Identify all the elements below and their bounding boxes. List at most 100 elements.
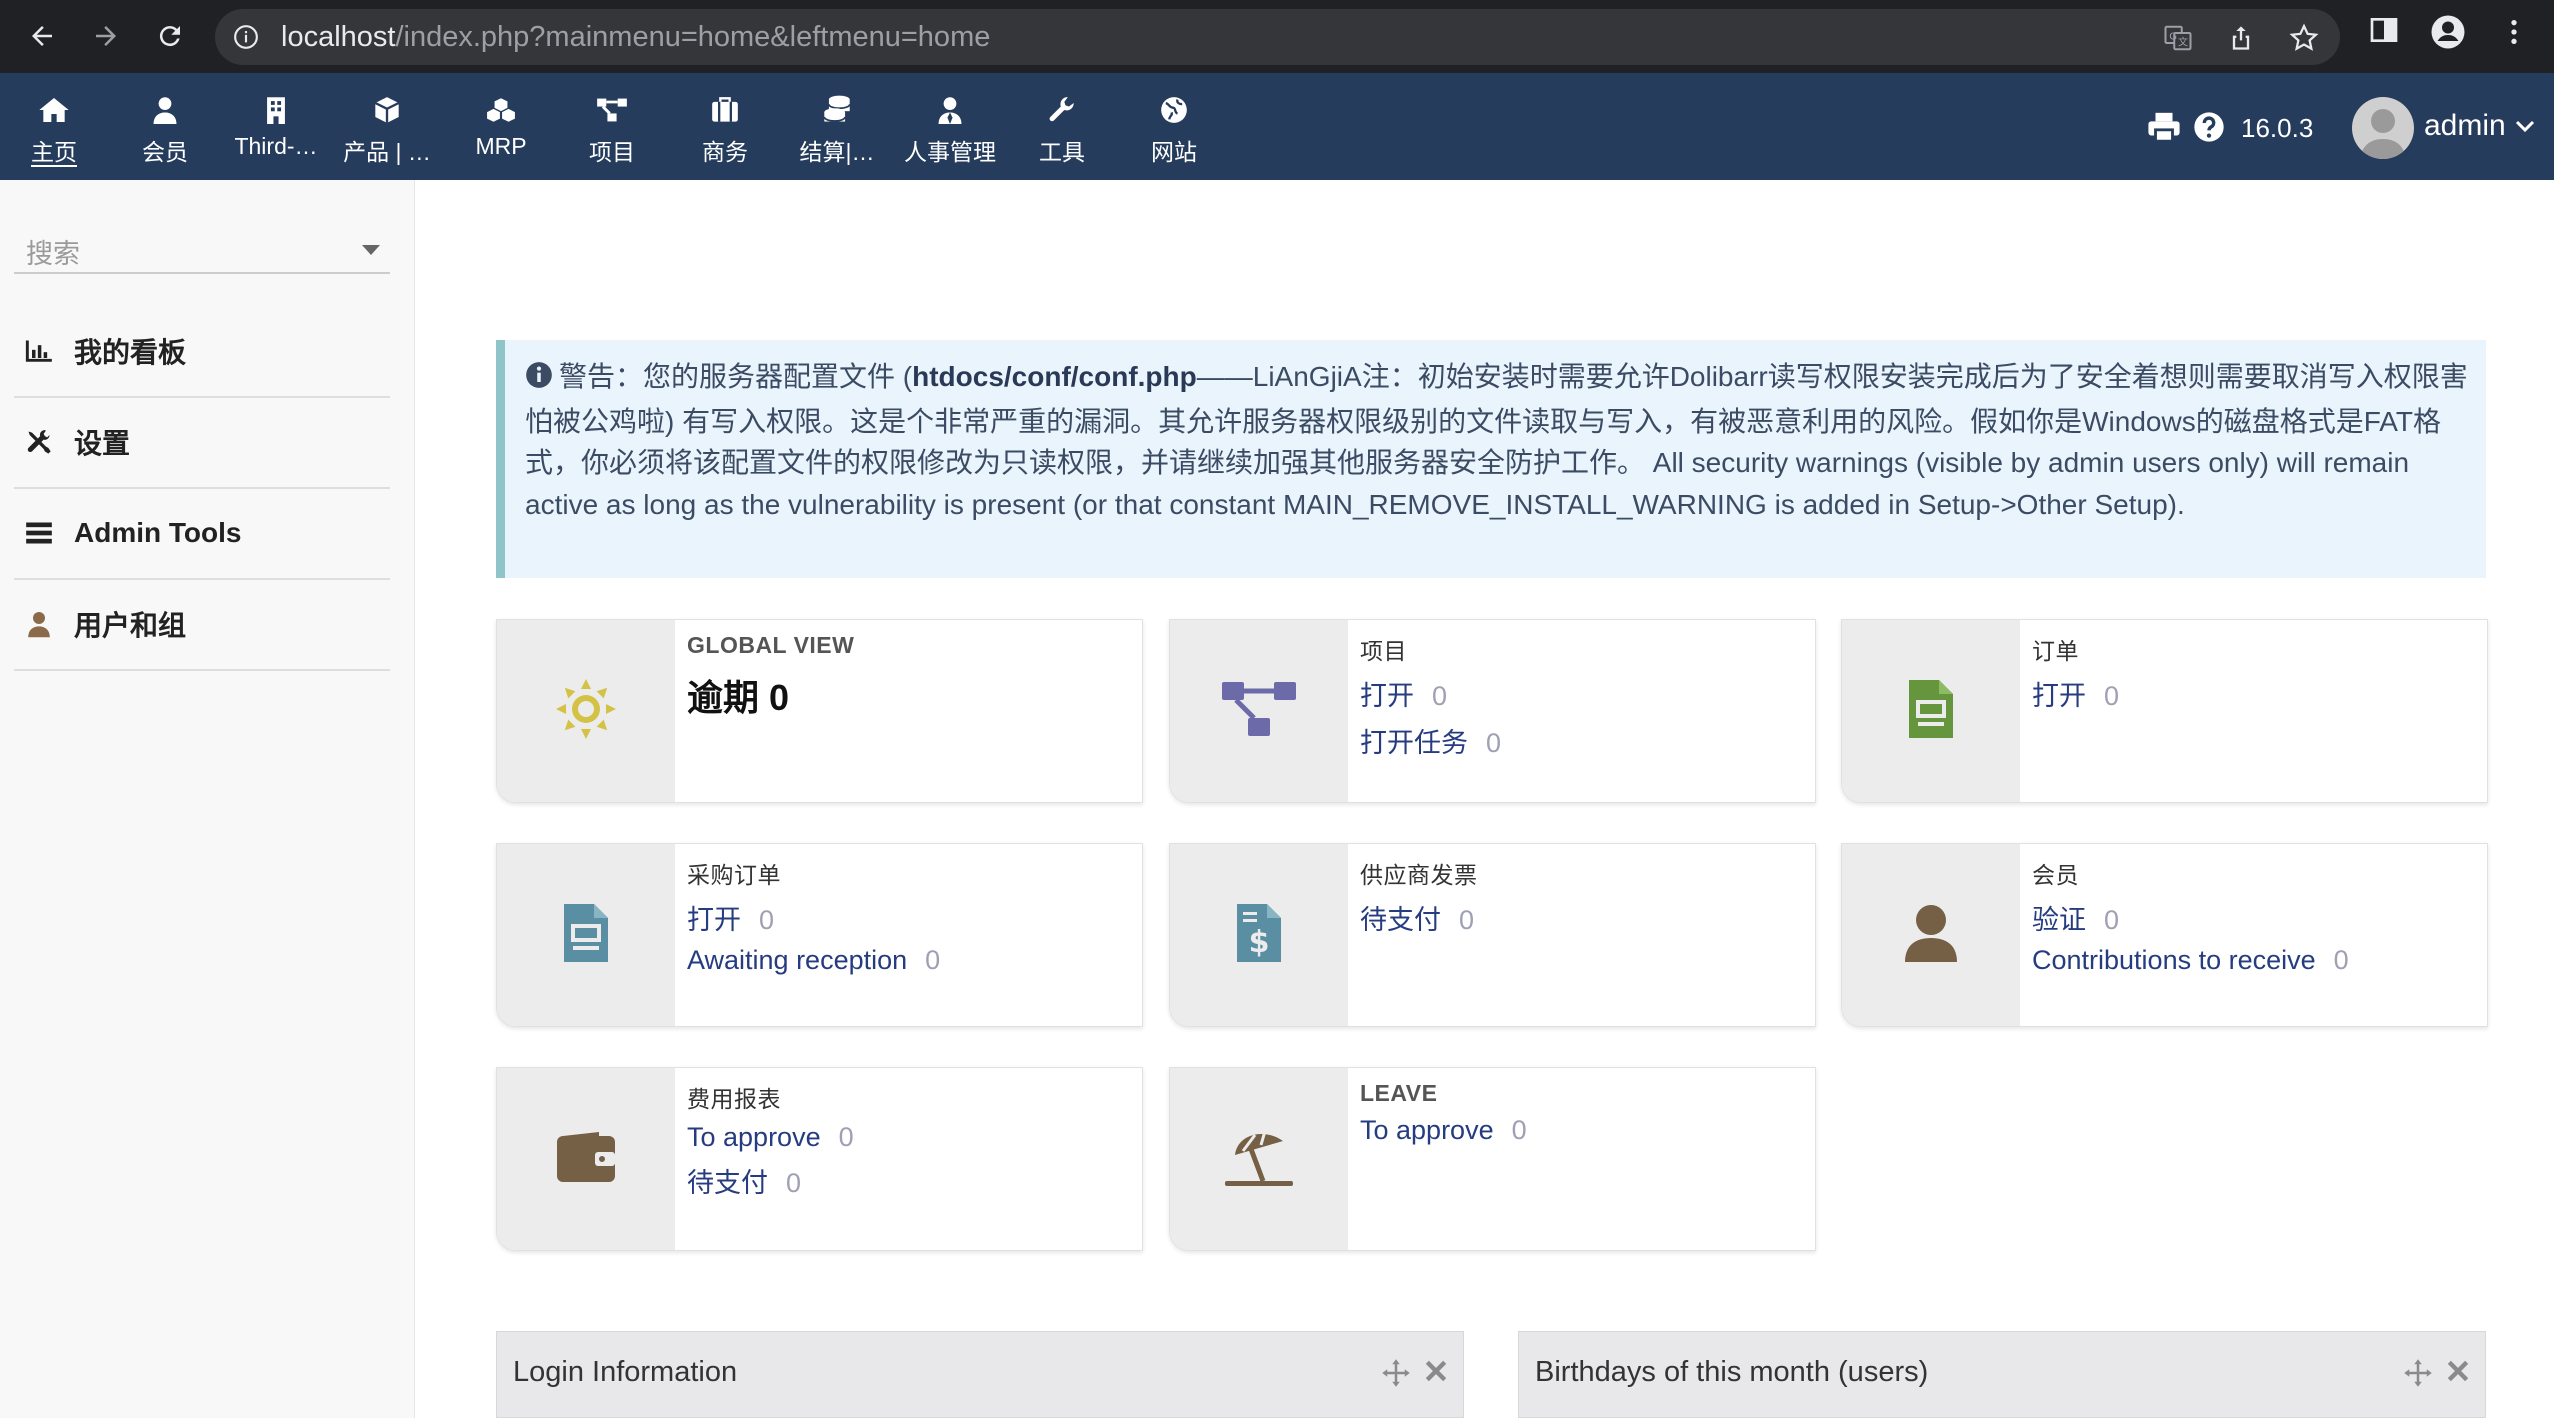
profile-icon[interactable] xyxy=(2430,14,2466,55)
move-arrows-icon[interactable] xyxy=(1381,1358,1411,1393)
leftmenu-item-users-groups[interactable]: 用户和组 xyxy=(14,579,390,671)
box-line[interactable]: To approve 0 xyxy=(1360,1115,1805,1146)
box-line[interactable]: 打开 0 xyxy=(1360,674,1805,713)
username-label[interactable]: admin xyxy=(2424,109,2506,143)
side-panel-icon[interactable] xyxy=(2368,14,2400,51)
reload-button[interactable] xyxy=(146,12,194,60)
leftmenu-label: Admin Tools xyxy=(74,517,242,548)
topmenu-commercial[interactable]: 商务 xyxy=(671,73,779,180)
box-icon-area xyxy=(1170,620,1348,802)
avatar[interactable] xyxy=(2352,97,2414,159)
close-icon[interactable] xyxy=(1423,1358,1449,1389)
topmenu-label: 会员 xyxy=(142,139,188,165)
print-icon[interactable] xyxy=(2147,111,2181,148)
box-expense-reports[interactable]: 费用报表 To approve 0 待支付 0 xyxy=(496,1067,1143,1251)
topmenu-billing[interactable]: 结算|… xyxy=(783,73,891,180)
line-count: 0 xyxy=(838,1122,854,1152)
box-supplier-invoices[interactable]: $ 供应商发票 待支付 0 xyxy=(1169,843,1816,1027)
box-icon-area xyxy=(497,620,675,802)
address-bar[interactable]: localhost/index.php?mainmenu=home&leftme… xyxy=(215,9,2340,65)
box-line[interactable]: Contributions to receive 0 xyxy=(2032,945,2477,976)
widget-birthdays: Birthdays of this month (users) xyxy=(1518,1331,2486,1418)
line-count: 0 xyxy=(1459,905,1475,935)
topmenu-label: 商务 xyxy=(702,139,748,165)
line-count: 0 xyxy=(786,1168,802,1198)
line-label: To approve xyxy=(1360,1115,1494,1145)
box-purchase-orders[interactable]: 采购订单 打开 0 Awaiting reception 0 xyxy=(496,843,1143,1027)
bars-icon xyxy=(24,521,54,545)
box-members[interactable]: 会员 验证 0 Contributions to receive 0 xyxy=(1841,843,2488,1027)
topmenu-projects[interactable]: 项目 xyxy=(558,73,666,180)
box-title: 项目 xyxy=(1360,638,1407,664)
box-content: 订单 打开 0 xyxy=(2032,632,2477,713)
box-line[interactable]: 打开 0 xyxy=(2032,674,2477,713)
widget-title: Login Information xyxy=(513,1356,738,1388)
box-line[interactable]: 打开任务 0 xyxy=(1360,721,1805,760)
back-button[interactable] xyxy=(18,12,66,60)
topmenu-label: 人事管理 xyxy=(904,139,996,165)
box-title: 订单 xyxy=(2032,638,2079,664)
line-count: 0 xyxy=(1432,681,1448,711)
chevron-down-icon[interactable] xyxy=(2514,118,2536,139)
topmenu-thirdparties[interactable]: Third-… xyxy=(222,73,330,180)
topmenu-tools[interactable]: 工具 xyxy=(1008,73,1116,180)
share-icon[interactable] xyxy=(2227,23,2255,58)
leftmenu-item-admin-tools[interactable]: Admin Tools xyxy=(14,488,390,580)
topmenu-website[interactable]: 网站 xyxy=(1120,73,1228,180)
leftmenu-label: 我的看板 xyxy=(74,337,187,368)
box-projects[interactable]: 项目 打开 0 打开任务 0 xyxy=(1169,619,1816,803)
box-line[interactable]: Awaiting reception 0 xyxy=(687,945,1132,976)
box-icon-area: $ xyxy=(1170,844,1348,1026)
project-icon xyxy=(1220,678,1298,745)
topmenu-products[interactable]: 产品 | … xyxy=(333,73,441,180)
line-label: 待支付 xyxy=(687,1168,768,1198)
box-line[interactable]: 待支付 0 xyxy=(1360,898,1805,937)
leftmenu-item-setup[interactable]: 设置 xyxy=(14,397,390,489)
line-label: 验证 xyxy=(2032,905,2086,935)
box-content: 会员 验证 0 Contributions to receive 0 xyxy=(2032,856,2477,976)
forward-button[interactable] xyxy=(82,12,130,60)
leftmenu-item-dashboard[interactable]: 我的看板 xyxy=(14,306,390,398)
warning-file: htdocs/conf/conf.php xyxy=(912,361,1197,392)
box-global-view[interactable]: GLOBAL VIEW 逾期 0 xyxy=(496,619,1143,803)
topmenu-home[interactable]: 主页 xyxy=(0,73,108,180)
user-tie-icon xyxy=(937,95,963,125)
box-content: GLOBAL VIEW 逾期 0 xyxy=(687,632,1132,721)
version-label: 16.0.3 xyxy=(2241,113,2314,143)
left-menu: 搜索 我的看板 设置 Admin Tools 用户和组 xyxy=(0,180,415,1418)
bookmark-star-icon[interactable] xyxy=(2289,23,2319,58)
overdue-label: 逾期 xyxy=(687,677,760,718)
topmenu-label: 项目 xyxy=(589,139,635,165)
widget-login-information: Login Information xyxy=(496,1331,1464,1418)
box-line[interactable]: 打开 0 xyxy=(687,898,1132,937)
box-line[interactable]: To approve 0 xyxy=(687,1122,1132,1153)
search-select[interactable]: 搜索 xyxy=(14,228,390,274)
info-circle-icon xyxy=(525,359,553,401)
tools-icon xyxy=(24,428,54,456)
topmenu-members[interactable]: 会员 xyxy=(111,73,219,180)
box-title: 会员 xyxy=(2032,862,2079,888)
overdue-line[interactable]: 逾期 0 xyxy=(687,669,1132,721)
topmenu-label: 网站 xyxy=(1151,139,1197,165)
search-placeholder: 搜索 xyxy=(26,239,80,269)
translate-icon[interactable]: G文 xyxy=(2163,23,2193,58)
box-title: 费用报表 xyxy=(687,1086,781,1112)
site-info-icon[interactable] xyxy=(233,24,259,55)
box-leave[interactable]: LEAVE To approve 0 xyxy=(1169,1067,1816,1251)
move-arrows-icon[interactable] xyxy=(2403,1358,2433,1393)
line-count: 0 xyxy=(1511,1115,1527,1145)
box-line[interactable]: 待支付 0 xyxy=(687,1161,1132,1200)
help-icon[interactable] xyxy=(2193,111,2225,148)
line-count: 0 xyxy=(2104,905,2120,935)
leftmenu-label: 用户和组 xyxy=(74,610,187,641)
kebab-menu-icon[interactable] xyxy=(2498,16,2530,53)
close-icon[interactable] xyxy=(2445,1358,2471,1389)
leftmenu-label: 设置 xyxy=(74,428,131,459)
topmenu-mrp[interactable]: MRP xyxy=(447,73,555,180)
box-line[interactable]: 验证 0 xyxy=(2032,898,2477,937)
topmenu-label: MRP xyxy=(475,133,527,159)
line-label: 打开 xyxy=(2032,681,2086,711)
topmenu-hrm[interactable]: 人事管理 xyxy=(896,73,1004,180)
line-count: 0 xyxy=(925,945,941,975)
box-orders[interactable]: 订单 打开 0 xyxy=(1841,619,2488,803)
